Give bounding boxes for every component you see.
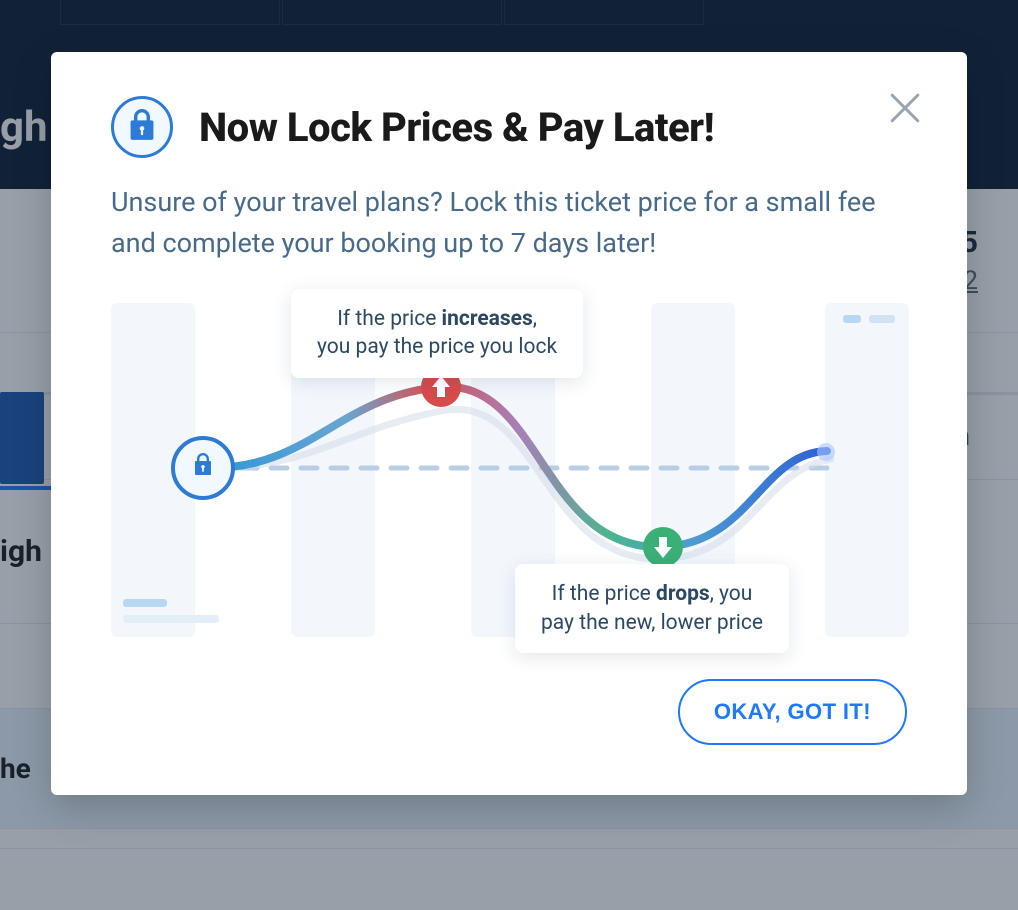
price-chart: If the price increases, you pay the pric… bbox=[111, 283, 909, 653]
tooltip-strong: increases bbox=[442, 307, 533, 331]
modal-title: Now Lock Prices & Pay Later! bbox=[199, 104, 714, 151]
close-icon bbox=[883, 115, 927, 134]
tooltip-price-increase: If the price increases, you pay the pric… bbox=[291, 289, 583, 378]
lock-badge bbox=[111, 96, 173, 158]
tooltip-price-drop: If the price drops, you pay the new, low… bbox=[515, 564, 789, 653]
close-button[interactable] bbox=[883, 86, 927, 130]
tooltip-strong: drops bbox=[656, 582, 710, 606]
price-endpoint-dot bbox=[817, 443, 835, 461]
modal-footer: OKAY, GOT IT! bbox=[111, 679, 907, 745]
modal-overlay: Now Lock Prices & Pay Later! Unsure of y… bbox=[0, 0, 1018, 910]
lock-icon bbox=[128, 109, 156, 145]
tooltip-text: If the price bbox=[552, 582, 656, 606]
modal-subtitle: Unsure of your travel plans? Lock this t… bbox=[111, 182, 907, 263]
modal-header: Now Lock Prices & Pay Later! bbox=[111, 96, 907, 158]
tooltip-text: If the price bbox=[337, 307, 441, 331]
okay-got-it-button[interactable]: OKAY, GOT IT! bbox=[678, 679, 907, 745]
price-lock-modal: Now Lock Prices & Pay Later! Unsure of y… bbox=[51, 52, 967, 795]
